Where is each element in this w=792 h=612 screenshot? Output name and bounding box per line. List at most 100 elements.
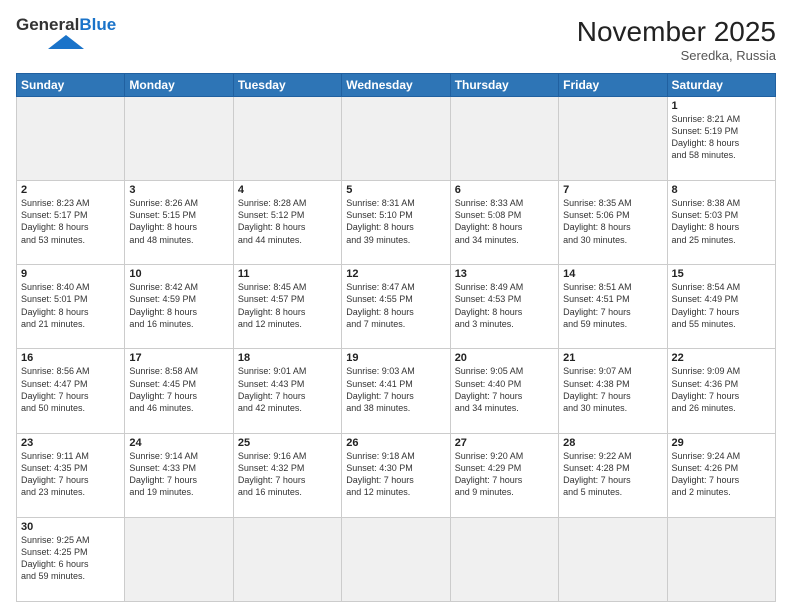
calendar-cell: 30Sunrise: 9:25 AM Sunset: 4:25 PM Dayli… — [17, 517, 125, 601]
day-info: Sunrise: 8:45 AM Sunset: 4:57 PM Dayligh… — [238, 281, 337, 330]
day-number: 30 — [21, 521, 120, 533]
calendar-cell: 1Sunrise: 8:21 AM Sunset: 5:19 PM Daylig… — [667, 97, 775, 181]
day-info: Sunrise: 8:58 AM Sunset: 4:45 PM Dayligh… — [129, 365, 228, 414]
calendar-cell: 17Sunrise: 8:58 AM Sunset: 4:45 PM Dayli… — [125, 349, 233, 433]
calendar-cell — [342, 517, 450, 601]
calendar-row: 2Sunrise: 8:23 AM Sunset: 5:17 PM Daylig… — [17, 181, 776, 265]
day-info: Sunrise: 8:56 AM Sunset: 4:47 PM Dayligh… — [21, 365, 120, 414]
day-info: Sunrise: 9:09 AM Sunset: 4:36 PM Dayligh… — [672, 365, 771, 414]
day-number: 18 — [238, 352, 337, 364]
location: Seredka, Russia — [577, 48, 776, 63]
calendar-cell: 20Sunrise: 9:05 AM Sunset: 4:40 PM Dayli… — [450, 349, 558, 433]
day-info: Sunrise: 8:33 AM Sunset: 5:08 PM Dayligh… — [455, 197, 554, 246]
day-info: Sunrise: 8:35 AM Sunset: 5:06 PM Dayligh… — [563, 197, 662, 246]
day-info: Sunrise: 8:38 AM Sunset: 5:03 PM Dayligh… — [672, 197, 771, 246]
day-number: 26 — [346, 437, 445, 449]
day-number: 17 — [129, 352, 228, 364]
day-number: 5 — [346, 184, 445, 196]
header-monday: Monday — [125, 74, 233, 97]
calendar-cell — [125, 517, 233, 601]
calendar-cell — [125, 97, 233, 181]
day-number: 4 — [238, 184, 337, 196]
calendar-cell — [233, 517, 341, 601]
calendar-cell: 25Sunrise: 9:16 AM Sunset: 4:32 PM Dayli… — [233, 433, 341, 517]
day-number: 1 — [672, 100, 771, 112]
day-info: Sunrise: 9:24 AM Sunset: 4:26 PM Dayligh… — [672, 450, 771, 499]
calendar-cell — [233, 97, 341, 181]
day-info: Sunrise: 9:11 AM Sunset: 4:35 PM Dayligh… — [21, 450, 120, 499]
calendar-cell: 13Sunrise: 8:49 AM Sunset: 4:53 PM Dayli… — [450, 265, 558, 349]
calendar-cell: 22Sunrise: 9:09 AM Sunset: 4:36 PM Dayli… — [667, 349, 775, 433]
day-number: 6 — [455, 184, 554, 196]
calendar-cell — [450, 97, 558, 181]
day-number: 7 — [563, 184, 662, 196]
calendar-cell: 4Sunrise: 8:28 AM Sunset: 5:12 PM Daylig… — [233, 181, 341, 265]
calendar-page: GeneralBlue November 2025 Seredka, Russi… — [0, 0, 792, 612]
calendar-cell: 23Sunrise: 9:11 AM Sunset: 4:35 PM Dayli… — [17, 433, 125, 517]
calendar-cell: 28Sunrise: 9:22 AM Sunset: 4:28 PM Dayli… — [559, 433, 667, 517]
day-info: Sunrise: 9:18 AM Sunset: 4:30 PM Dayligh… — [346, 450, 445, 499]
day-info: Sunrise: 8:28 AM Sunset: 5:12 PM Dayligh… — [238, 197, 337, 246]
header-wednesday: Wednesday — [342, 74, 450, 97]
header-saturday: Saturday — [667, 74, 775, 97]
logo-general: General — [16, 15, 79, 34]
calendar-row: 16Sunrise: 8:56 AM Sunset: 4:47 PM Dayli… — [17, 349, 776, 433]
day-info: Sunrise: 8:31 AM Sunset: 5:10 PM Dayligh… — [346, 197, 445, 246]
calendar-row: 9Sunrise: 8:40 AM Sunset: 5:01 PM Daylig… — [17, 265, 776, 349]
header-friday: Friday — [559, 74, 667, 97]
header-sunday: Sunday — [17, 74, 125, 97]
day-number: 14 — [563, 268, 662, 280]
calendar-cell: 27Sunrise: 9:20 AM Sunset: 4:29 PM Dayli… — [450, 433, 558, 517]
day-info: Sunrise: 9:16 AM Sunset: 4:32 PM Dayligh… — [238, 450, 337, 499]
weekday-header-row: Sunday Monday Tuesday Wednesday Thursday… — [17, 74, 776, 97]
logo-triangle-icon — [48, 35, 84, 49]
day-info: Sunrise: 9:07 AM Sunset: 4:38 PM Dayligh… — [563, 365, 662, 414]
calendar-cell: 18Sunrise: 9:01 AM Sunset: 4:43 PM Dayli… — [233, 349, 341, 433]
day-info: Sunrise: 8:40 AM Sunset: 5:01 PM Dayligh… — [21, 281, 120, 330]
calendar-cell: 29Sunrise: 9:24 AM Sunset: 4:26 PM Dayli… — [667, 433, 775, 517]
day-number: 8 — [672, 184, 771, 196]
day-number: 28 — [563, 437, 662, 449]
day-number: 10 — [129, 268, 228, 280]
calendar-cell: 6Sunrise: 8:33 AM Sunset: 5:08 PM Daylig… — [450, 181, 558, 265]
calendar-cell: 2Sunrise: 8:23 AM Sunset: 5:17 PM Daylig… — [17, 181, 125, 265]
title-block: November 2025 Seredka, Russia — [577, 16, 776, 63]
calendar-cell: 9Sunrise: 8:40 AM Sunset: 5:01 PM Daylig… — [17, 265, 125, 349]
calendar-cell — [559, 97, 667, 181]
calendar-table: Sunday Monday Tuesday Wednesday Thursday… — [16, 73, 776, 602]
logo-blue: Blue — [79, 15, 116, 34]
day-number: 3 — [129, 184, 228, 196]
day-info: Sunrise: 9:01 AM Sunset: 4:43 PM Dayligh… — [238, 365, 337, 414]
day-info: Sunrise: 9:25 AM Sunset: 4:25 PM Dayligh… — [21, 534, 120, 583]
day-info: Sunrise: 8:54 AM Sunset: 4:49 PM Dayligh… — [672, 281, 771, 330]
calendar-cell: 11Sunrise: 8:45 AM Sunset: 4:57 PM Dayli… — [233, 265, 341, 349]
day-number: 20 — [455, 352, 554, 364]
day-number: 16 — [21, 352, 120, 364]
calendar-cell — [667, 517, 775, 601]
logo: GeneralBlue — [16, 16, 116, 49]
month-year: November 2025 — [577, 16, 776, 48]
day-number: 22 — [672, 352, 771, 364]
day-number: 2 — [21, 184, 120, 196]
day-info: Sunrise: 8:21 AM Sunset: 5:19 PM Dayligh… — [672, 113, 771, 162]
day-number: 23 — [21, 437, 120, 449]
day-number: 27 — [455, 437, 554, 449]
day-info: Sunrise: 9:03 AM Sunset: 4:41 PM Dayligh… — [346, 365, 445, 414]
calendar-cell: 24Sunrise: 9:14 AM Sunset: 4:33 PM Dayli… — [125, 433, 233, 517]
day-info: Sunrise: 8:23 AM Sunset: 5:17 PM Dayligh… — [21, 197, 120, 246]
calendar-cell: 12Sunrise: 8:47 AM Sunset: 4:55 PM Dayli… — [342, 265, 450, 349]
calendar-cell: 10Sunrise: 8:42 AM Sunset: 4:59 PM Dayli… — [125, 265, 233, 349]
calendar-row: 30Sunrise: 9:25 AM Sunset: 4:25 PM Dayli… — [17, 517, 776, 601]
day-number: 13 — [455, 268, 554, 280]
calendar-cell — [17, 97, 125, 181]
day-number: 21 — [563, 352, 662, 364]
calendar-row: 1Sunrise: 8:21 AM Sunset: 5:19 PM Daylig… — [17, 97, 776, 181]
calendar-cell — [559, 517, 667, 601]
calendar-cell: 3Sunrise: 8:26 AM Sunset: 5:15 PM Daylig… — [125, 181, 233, 265]
calendar-cell: 8Sunrise: 8:38 AM Sunset: 5:03 PM Daylig… — [667, 181, 775, 265]
day-number: 25 — [238, 437, 337, 449]
header-tuesday: Tuesday — [233, 74, 341, 97]
day-info: Sunrise: 9:05 AM Sunset: 4:40 PM Dayligh… — [455, 365, 554, 414]
day-number: 12 — [346, 268, 445, 280]
day-number: 19 — [346, 352, 445, 364]
